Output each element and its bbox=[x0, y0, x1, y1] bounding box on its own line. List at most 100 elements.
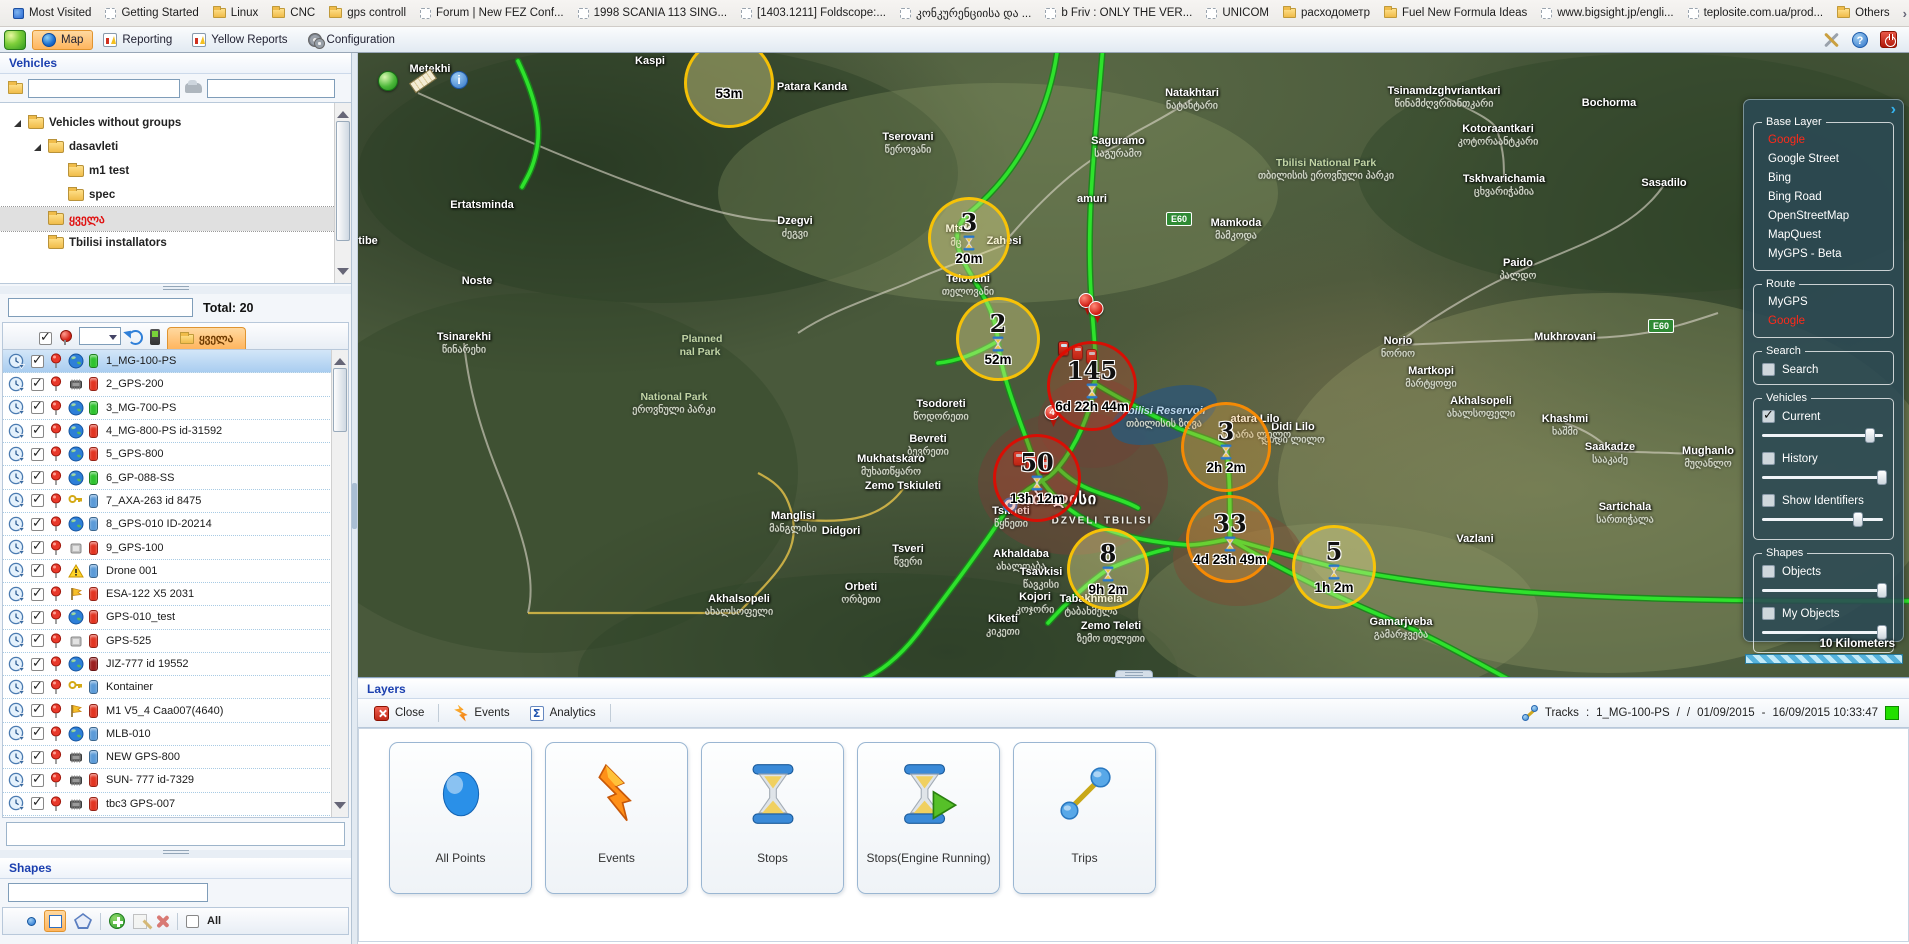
layer-option-openstreetmap[interactable]: OpenStreetMap bbox=[1760, 207, 1887, 226]
tools-icon[interactable] bbox=[1822, 32, 1840, 48]
pin-icon[interactable] bbox=[49, 563, 63, 579]
tree-scrollbar[interactable] bbox=[334, 103, 351, 283]
checkbox-icon[interactable] bbox=[1762, 494, 1775, 507]
stop-cluster[interactable]: 320m bbox=[928, 197, 1010, 279]
scroll-thumb[interactable] bbox=[336, 121, 350, 241]
tree-item-m1-test[interactable]: m1 test bbox=[0, 159, 351, 183]
vehicle-checkbox[interactable] bbox=[31, 401, 44, 414]
history-clock-icon[interactable] bbox=[8, 586, 26, 603]
scroll-up-icon[interactable] bbox=[334, 353, 346, 365]
vehicle-row[interactable]: 8_GPS-010 ID-20214 bbox=[3, 513, 348, 536]
checkbox-icon[interactable] bbox=[1762, 452, 1775, 465]
history-clock-icon[interactable] bbox=[8, 632, 26, 649]
pin-icon[interactable] bbox=[49, 586, 63, 602]
pin-icon[interactable] bbox=[49, 353, 63, 369]
history-clock-icon[interactable] bbox=[8, 539, 26, 556]
layer-option-google[interactable]: Google bbox=[1760, 312, 1887, 331]
slider-thumb[interactable] bbox=[1865, 428, 1875, 443]
stop-cluster[interactable]: 51h 2m bbox=[1292, 525, 1376, 609]
history-clock-icon[interactable] bbox=[8, 446, 26, 463]
opacity-slider-current[interactable] bbox=[1762, 427, 1883, 443]
vehicle-checkbox[interactable] bbox=[31, 564, 44, 577]
layer-card-events[interactable]: Events bbox=[545, 742, 688, 894]
toggle-current[interactable]: Current bbox=[1760, 407, 1887, 425]
vehicle-row[interactable]: 7_AXA-263 id 8475 bbox=[3, 490, 348, 513]
layer-card-stops[interactable]: Stops bbox=[701, 742, 844, 894]
bookmark-item[interactable]: 1998 SCANIA 113 SING... bbox=[571, 4, 734, 22]
checkbox-icon[interactable] bbox=[1762, 565, 1775, 578]
vehicle-row[interactable]: GPS-525 bbox=[3, 630, 348, 653]
bookmark-item[interactable]: Fuel New Formula Ideas bbox=[1377, 4, 1534, 22]
pin-icon[interactable] bbox=[49, 540, 63, 556]
bookmarks-overflow-chevron[interactable]: › bbox=[1897, 6, 1909, 21]
vehicle-checkbox[interactable] bbox=[31, 448, 44, 461]
pin-icon[interactable] bbox=[49, 493, 63, 509]
point-shape-icon[interactable] bbox=[27, 917, 36, 926]
layer-card-all-points[interactable]: All Points bbox=[389, 742, 532, 894]
history-clock-icon[interactable] bbox=[8, 656, 26, 673]
toggle-show-identifiers[interactable]: Show Identifiers bbox=[1760, 491, 1887, 509]
opacity-slider-objects[interactable] bbox=[1762, 582, 1883, 598]
history-clock-icon[interactable] bbox=[8, 749, 26, 766]
vehicle-row[interactable]: ESA-122 X5 2031 bbox=[3, 583, 348, 606]
bookmark-item[interactable]: b Friv : ONLY THE VER... bbox=[1038, 4, 1199, 22]
vehicle-row[interactable]: MLB-010 bbox=[3, 723, 348, 746]
sidebar-splitter[interactable] bbox=[0, 286, 351, 294]
bookmark-item[interactable]: gps controll bbox=[322, 4, 413, 22]
tree-item-dasavleti[interactable]: dasavleti bbox=[0, 135, 351, 159]
bookmark-item[interactable]: Getting Started bbox=[98, 4, 205, 22]
vehicle-row[interactable]: 3_MG-700-PS bbox=[3, 397, 348, 420]
vehicle-filter-input[interactable] bbox=[207, 79, 335, 98]
scroll-thumb[interactable] bbox=[333, 368, 347, 432]
group-filter-input[interactable] bbox=[28, 79, 180, 98]
tab-configuration[interactable]: Configuration bbox=[298, 30, 405, 50]
bookmark-item[interactable]: Most Visited bbox=[6, 4, 98, 22]
close-button[interactable]: Close bbox=[368, 704, 430, 723]
bookmark-item[interactable]: კონკურენციისა და ... bbox=[893, 3, 1038, 23]
toggle-search[interactable]: Search bbox=[1760, 360, 1887, 378]
bookmark-item[interactable]: Linux bbox=[206, 4, 266, 22]
tab-yellow-reports[interactable]: Yellow Reports bbox=[182, 30, 297, 50]
history-clock-icon[interactable] bbox=[8, 516, 26, 533]
bookmark-item[interactable]: teplosite.com.ua/prod... bbox=[1681, 4, 1831, 22]
events-button[interactable]: Events bbox=[447, 703, 515, 724]
pin-icon[interactable] bbox=[49, 796, 63, 812]
pin-icon[interactable] bbox=[49, 656, 63, 672]
polygon-shape-icon[interactable] bbox=[74, 913, 92, 929]
pin-icon[interactable] bbox=[49, 446, 63, 462]
layer-option-bing-road[interactable]: Bing Road bbox=[1760, 188, 1887, 207]
list-dropdown[interactable] bbox=[79, 327, 121, 345]
vehicle-checkbox[interactable] bbox=[31, 751, 44, 764]
history-clock-icon[interactable] bbox=[8, 772, 26, 789]
vehicle-checkbox[interactable] bbox=[31, 541, 44, 554]
tree-item-spec[interactable]: spec bbox=[0, 183, 351, 207]
vehicle-checkbox[interactable] bbox=[31, 634, 44, 647]
vehicle-checkbox[interactable] bbox=[31, 471, 44, 484]
tree-item-tbilisi-installators[interactable]: Tbilisi installators bbox=[0, 231, 351, 255]
checkbox-icon[interactable] bbox=[1762, 410, 1775, 423]
stop-cluster[interactable]: 32h 2m bbox=[1181, 402, 1271, 492]
vehicle-checkbox[interactable] bbox=[31, 727, 44, 740]
pin-icon[interactable] bbox=[49, 516, 63, 532]
bookmark-item[interactable]: Others bbox=[1830, 4, 1897, 22]
vehicle-row[interactable]: SUN- 777 id-7329 bbox=[3, 769, 348, 792]
pin-icon[interactable] bbox=[49, 609, 63, 625]
logout-icon[interactable] bbox=[1880, 31, 1897, 48]
vehicle-row[interactable]: 2_GPS-200 bbox=[3, 373, 348, 396]
map-canvas[interactable]: MetekhiKaspiPatara KandaNatakhtariნატახტ… bbox=[358, 53, 1909, 677]
expand-caret-icon[interactable] bbox=[34, 144, 41, 151]
pin-icon[interactable] bbox=[49, 772, 63, 788]
vehicle-checkbox[interactable] bbox=[31, 704, 44, 717]
pin-toggle-icon[interactable] bbox=[59, 330, 72, 345]
history-clock-icon[interactable] bbox=[8, 609, 26, 626]
map-tool-info-icon[interactable]: i bbox=[450, 71, 468, 89]
vehicle-checkbox[interactable] bbox=[31, 797, 44, 810]
pin-icon[interactable] bbox=[49, 703, 63, 719]
select-all-checkbox[interactable] bbox=[39, 332, 52, 345]
vehicle-row[interactable]: 5_GPS-800 bbox=[3, 443, 348, 466]
pin-icon[interactable] bbox=[49, 400, 63, 416]
toggle-history[interactable]: History bbox=[1760, 449, 1887, 467]
delete-shape-button[interactable] bbox=[155, 914, 169, 928]
history-clock-icon[interactable] bbox=[8, 353, 26, 370]
vehicle-row[interactable]: Kontainer bbox=[3, 676, 348, 699]
